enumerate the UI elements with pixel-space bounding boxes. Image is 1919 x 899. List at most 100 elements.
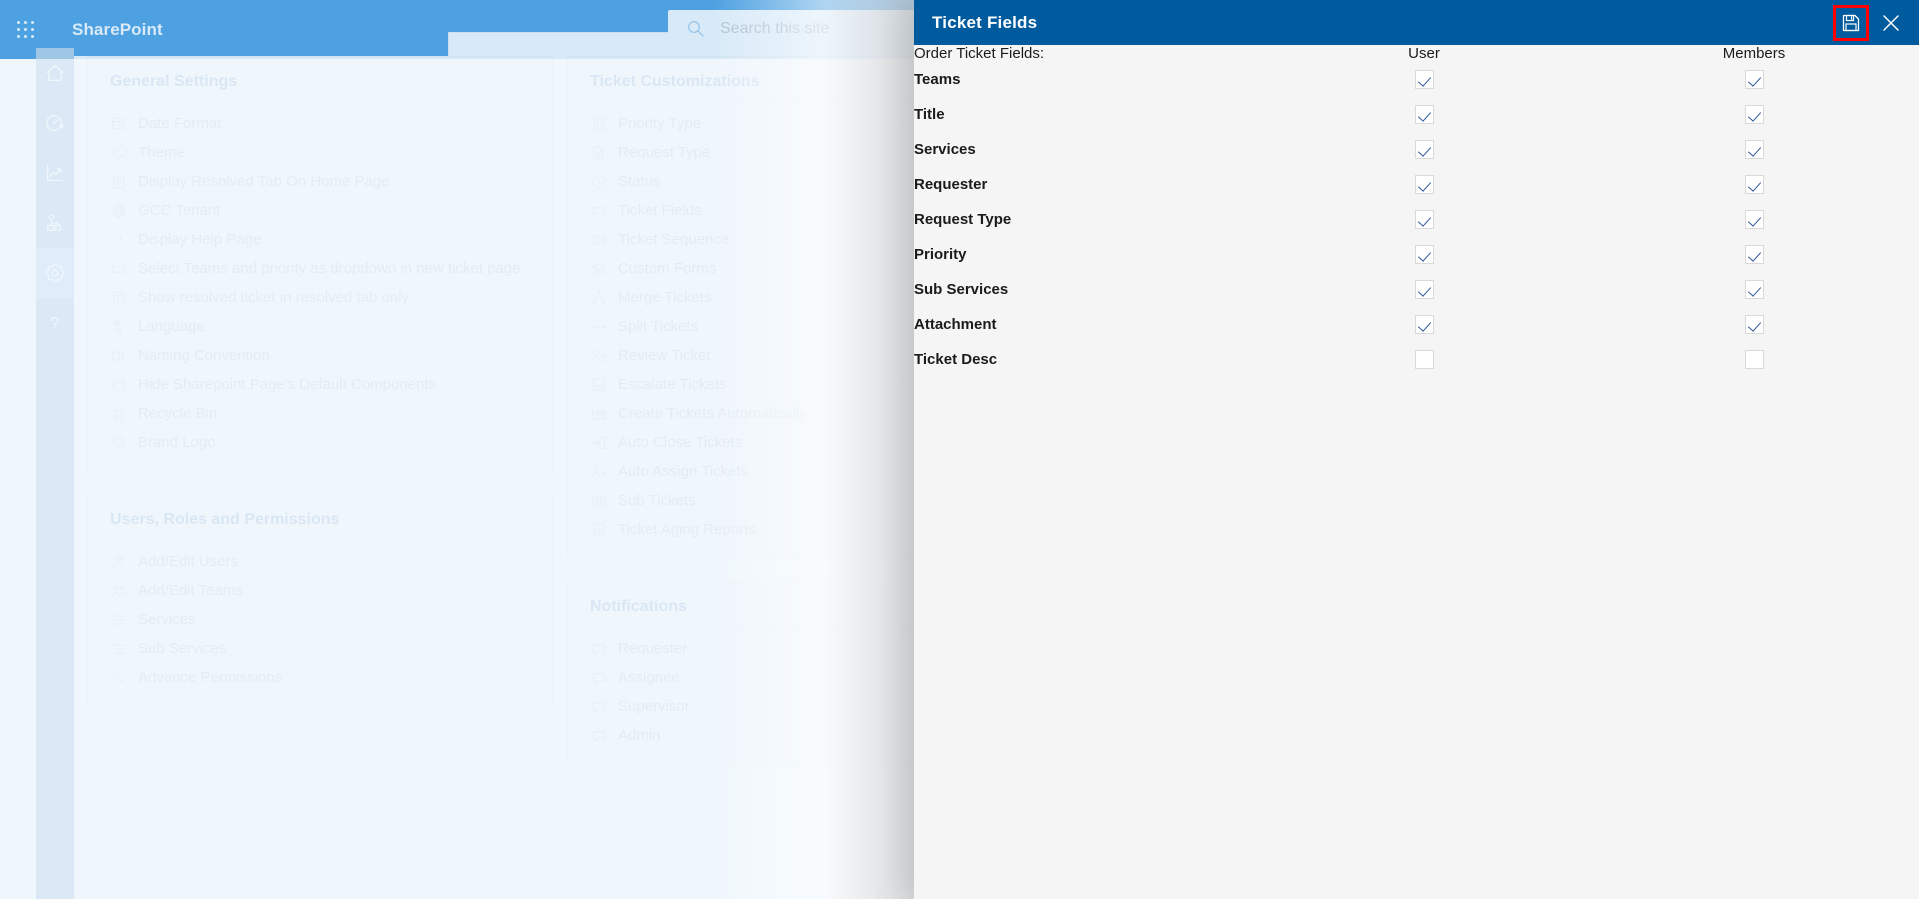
close-button[interactable] [1875, 7, 1907, 39]
user-checkbox[interactable] [1414, 140, 1434, 159]
members-checkbox[interactable] [1744, 140, 1764, 159]
members-checkbox-cell [1589, 97, 1919, 132]
setting-label: Show resolved ticket in resolved tab onl… [138, 289, 409, 306]
setting-label: Advance Permissions [138, 669, 283, 686]
members-checkbox[interactable] [1744, 210, 1764, 229]
members-checkbox[interactable] [1744, 175, 1764, 194]
sidebar-item-dashboard[interactable] [36, 98, 74, 148]
setting-theme[interactable]: Theme [88, 138, 552, 167]
setting-display-resolved-tab[interactable]: Display Resolved Tab On Home Page [88, 167, 552, 196]
user-checkbox-cell [1259, 132, 1589, 167]
window-icon [110, 376, 128, 394]
panel-body: Order Ticket Fields: User Members Teams … [914, 45, 1919, 377]
user-checkbox[interactable] [1414, 350, 1434, 369]
clock-icon [590, 173, 608, 191]
close-x-icon [1883, 14, 1899, 31]
user-checkbox-cell [1259, 272, 1589, 307]
field-name: Requester [914, 176, 988, 193]
language-icon: A [110, 318, 128, 336]
setting-label: Ticket Fields [618, 202, 702, 219]
members-checkbox[interactable] [1744, 70, 1764, 89]
user-checkbox[interactable] [1414, 280, 1434, 299]
members-checkbox[interactable] [1744, 105, 1764, 124]
table-row: Ticket Desc [914, 342, 1919, 377]
setting-advance-permissions[interactable]: Advance Permissions [88, 663, 552, 692]
setting-label: Naming Convention [138, 347, 270, 364]
members-checkbox[interactable] [1744, 245, 1764, 264]
members-checkbox-cell [1589, 272, 1919, 307]
split-arrows-icon [590, 318, 608, 336]
field-name: Services [914, 141, 976, 158]
column-header-members: Members [1722, 45, 1786, 62]
mail-folder-icon [590, 405, 608, 423]
sidebar-item-home[interactable] [36, 48, 74, 98]
setting-label: Display Resolved Tab On Home Page [138, 173, 390, 190]
members-checkbox-cell [1589, 307, 1919, 342]
user-checkbox[interactable] [1414, 245, 1434, 264]
field-name: Sub Services [914, 281, 1009, 298]
setting-display-help-page[interactable]: ? Display Help Page [88, 225, 552, 254]
sidebar-item-help[interactable]: ? [36, 298, 74, 348]
setting-label: Add/Edit Teams [138, 582, 243, 599]
notification-label: Assignee [618, 669, 680, 686]
setting-show-resolved-only[interactable]: Show resolved ticket in resolved tab onl… [88, 283, 552, 312]
setting-label: Theme [138, 144, 185, 161]
svg-text:A: A [115, 329, 119, 335]
setting-brand-logo[interactable]: Brand Logo [88, 428, 552, 457]
sidebar-item-settings[interactable] [36, 248, 74, 298]
setting-date-format[interactable]: Date Format [88, 109, 552, 138]
setting-label: Create Tickets Automatically [618, 405, 807, 422]
sidebar-item-reports[interactable] [36, 148, 74, 198]
comment-icon [590, 669, 608, 687]
comment-icon [590, 698, 608, 716]
setting-services[interactable]: Services [88, 605, 552, 634]
sidebar-item-teams[interactable] [36, 198, 74, 248]
question-mark-icon: ? [110, 231, 128, 249]
setting-label: Status [618, 173, 661, 190]
members-checkbox[interactable] [1744, 350, 1764, 369]
setting-label: Ticket Sequence [618, 231, 730, 248]
people-team-icon [110, 582, 128, 600]
save-floppy-icon [1842, 14, 1860, 31]
setting-language[interactable]: A Language [88, 312, 552, 341]
setting-label: Sub Services [138, 640, 227, 657]
setting-recycle-bin[interactable]: Recycle Bin [88, 399, 552, 428]
members-checkbox-cell [1589, 342, 1919, 377]
user-checkbox[interactable] [1414, 105, 1434, 124]
setting-label: Ticket Aging Reports [618, 521, 756, 538]
user-checkbox[interactable] [1414, 315, 1434, 334]
left-icon-rail: ? [36, 48, 74, 899]
user-checkbox[interactable] [1414, 70, 1434, 89]
setting-sub-services[interactable]: Sub Services [88, 634, 552, 663]
field-name: Attachment [914, 316, 997, 333]
people-icon [110, 553, 128, 571]
setting-gcc-tenant[interactable]: GCC Tenant [88, 196, 552, 225]
members-checkbox-cell [1589, 167, 1919, 202]
speedometer-icon [46, 115, 64, 131]
edit-document-icon [590, 144, 608, 162]
setting-naming-convention[interactable]: Naming Convention [88, 341, 552, 370]
save-button[interactable] [1833, 4, 1869, 41]
setting-hide-sp-components[interactable]: Hide Sharepoint Page's Default Component… [88, 370, 552, 399]
setting-label: Date Format [138, 115, 222, 132]
setting-add-edit-teams[interactable]: Add/Edit Teams [88, 576, 552, 605]
column-general: General Settings Date Format Theme Displ… [87, 56, 553, 729]
question-mark-icon: ? [50, 315, 59, 333]
user-checkbox[interactable] [1414, 175, 1434, 194]
search-icon [688, 21, 704, 37]
members-checkbox[interactable] [1744, 315, 1764, 334]
columns-icon [590, 492, 608, 510]
app-launcher-icon[interactable] [2, 6, 50, 54]
setting-label: Sub Tickets [618, 492, 696, 509]
user-checkbox-cell [1259, 307, 1589, 342]
setting-label: Priority Type [618, 115, 702, 132]
setting-add-edit-users[interactable]: Add/Edit Users [88, 547, 552, 576]
members-checkbox[interactable] [1744, 280, 1764, 299]
user-checkbox[interactable] [1414, 210, 1434, 229]
field-name: Priority [914, 246, 967, 263]
setting-label: Select Teams and priority as dropdown in… [138, 260, 521, 277]
sharepoint-brand[interactable]: SharePoint [72, 20, 163, 40]
setting-select-teams-dropdown[interactable]: Select Teams and priority as dropdown in… [88, 254, 552, 283]
app-root: SharePoint Search this site ? General Se… [0, 0, 1919, 899]
table-row: Services [914, 132, 1919, 167]
